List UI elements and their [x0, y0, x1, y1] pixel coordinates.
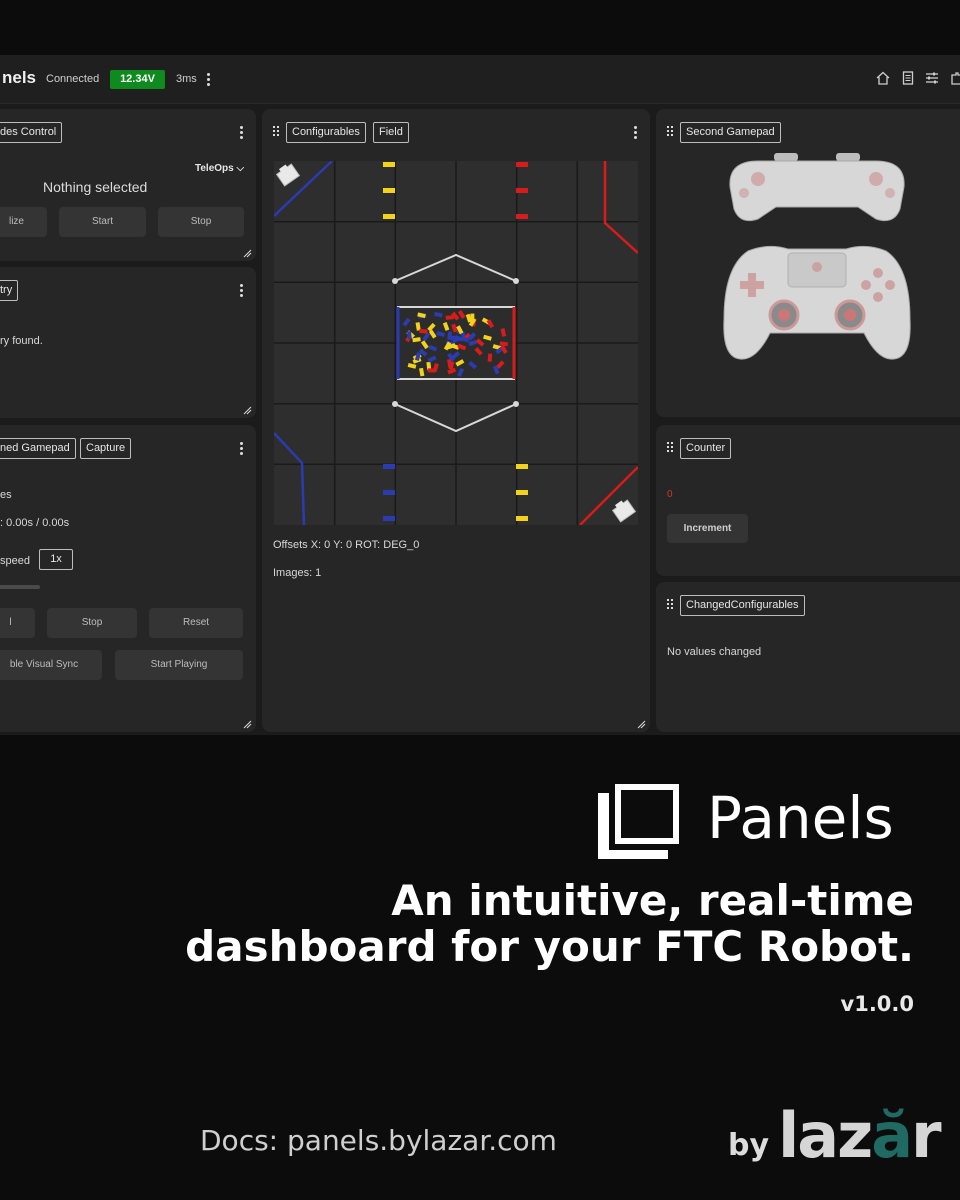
- tab-configurables[interactable]: Configurables: [286, 122, 366, 143]
- opmode-selection-label: Nothing selected: [43, 179, 148, 195]
- play-button[interactable]: l: [0, 608, 35, 638]
- lazar-logo-text-1: laz: [778, 1099, 873, 1172]
- changed-configurables-message: No values changed: [667, 646, 762, 658]
- home-icon[interactable]: [876, 71, 890, 85]
- resize-handle-icon[interactable]: [243, 249, 252, 258]
- resize-handle-icon[interactable]: [243, 720, 252, 729]
- panel-menu-icon[interactable]: [240, 442, 243, 455]
- game-sample: [419, 328, 428, 334]
- tab-counter[interactable]: Counter: [680, 438, 732, 459]
- init-button[interactable]: lize: [0, 207, 47, 237]
- visual-sync-button[interactable]: ble Visual Sync: [0, 650, 102, 680]
- captured-gamepad-panel: ned Gamepad Capture es : 0.00s / 0.00s s…: [0, 425, 256, 732]
- reset-button[interactable]: Reset: [149, 608, 243, 638]
- counter-value: 0: [667, 489, 673, 500]
- tab-telemetry[interactable]: try: [0, 280, 19, 301]
- resize-handle-icon[interactable]: [637, 720, 646, 729]
- panel-menu-icon[interactable]: [240, 126, 243, 139]
- panel-menu-icon[interactable]: [634, 126, 637, 139]
- puzzle-icon[interactable]: [950, 71, 960, 85]
- start-button[interactable]: Start: [59, 207, 146, 237]
- opmode-type-select[interactable]: TeleOps ⌵: [195, 163, 244, 174]
- playback-speed-label: speed: [0, 555, 30, 567]
- lazar-logo: lazăr: [778, 1099, 942, 1172]
- tab-second-gamepad[interactable]: Second Gamepad: [680, 122, 781, 143]
- field-canvas: [273, 160, 639, 526]
- capture-status-label: es: [0, 489, 12, 501]
- opmodes-control-panel: des Control TeleOps ⌵ Nothing selected l…: [0, 109, 256, 261]
- panel-menu-icon[interactable]: [240, 284, 243, 297]
- drag-handle-icon[interactable]: [667, 599, 675, 610]
- blue-corner-line: [273, 432, 306, 526]
- capture-time-readout: : 0.00s / 0.00s: [0, 517, 70, 529]
- drag-handle-icon[interactable]: [667, 126, 675, 137]
- sliders-icon[interactable]: [925, 71, 939, 85]
- field-offsets-readout: Offsets X: 0 Y: 0 ROT: DEG_0: [273, 539, 420, 551]
- drag-handle-icon[interactable]: [667, 442, 675, 453]
- by-label: by: [728, 1128, 770, 1163]
- telemetry-panel: try ry found.: [0, 267, 256, 418]
- lazar-logo-text-2: r: [911, 1099, 942, 1172]
- topbar-menu-icon[interactable]: [207, 73, 211, 87]
- field-view[interactable]: [273, 160, 639, 526]
- lazar-logo-accent: ă: [871, 1099, 913, 1172]
- game-sample: [487, 353, 493, 362]
- promo-headline-line-1: An intuitive, real-time: [391, 876, 914, 925]
- tab-opmodes-control[interactable]: des Control: [0, 122, 63, 143]
- changed-configurables-panel: ChangedConfigurables No values changed: [656, 582, 960, 732]
- field-images-count: Images: 1: [273, 567, 322, 579]
- tab-captured-gamepad[interactable]: ned Gamepad: [0, 438, 76, 459]
- game-sample: [445, 315, 454, 320]
- version-label: v1.0.0: [840, 992, 914, 1016]
- playback-speed-select[interactable]: 1x: [39, 549, 73, 570]
- document-icon[interactable]: [901, 71, 915, 85]
- docs-link[interactable]: Docs: panels.bylazar.com: [200, 1124, 557, 1157]
- telemetry-empty-message: ry found.: [0, 335, 43, 347]
- gamepad-top-view-icon: [729, 153, 905, 222]
- chevron-down-icon: ⌵: [236, 163, 245, 174]
- field-panel: Configurables Field Offsets X: 0 Y: 0 RO…: [262, 109, 650, 732]
- capture-stop-button[interactable]: Stop: [47, 608, 137, 638]
- panels-logo-icon: [598, 781, 682, 859]
- promo-headline: An intuitive, real-time dashboard for yo…: [114, 878, 914, 970]
- start-playing-button[interactable]: Start Playing: [115, 650, 243, 680]
- game-sample: [406, 330, 412, 340]
- gamepad-front-view-icon: [723, 245, 911, 360]
- app-brand: nels: [2, 68, 37, 87]
- top-bar: nels Connected 12.34V 3ms: [0, 55, 960, 104]
- promo-title: Panels: [707, 784, 894, 852]
- tab-changed-configurables[interactable]: ChangedConfigurables: [680, 595, 805, 616]
- increment-button[interactable]: Increment: [667, 514, 748, 543]
- second-gamepad-panel: Second Gamepad: [656, 109, 960, 417]
- promo-headline-line-2: dashboard for your FTC Robot.: [185, 922, 914, 971]
- drag-handle-icon[interactable]: [273, 126, 281, 137]
- counter-panel: Counter 0 Increment: [656, 425, 960, 576]
- latency-readout: 3ms: [176, 73, 197, 85]
- connection-status: Connected: [46, 73, 100, 85]
- battery-voltage-badge: 12.34V: [110, 70, 165, 89]
- tab-field[interactable]: Field: [373, 122, 409, 143]
- resize-handle-icon[interactable]: [243, 406, 252, 415]
- panels-dashboard-window: nels Connected 12.34V 3ms des Control Te…: [0, 55, 960, 735]
- tab-capture[interactable]: Capture: [80, 438, 132, 459]
- playback-scrubber[interactable]: [0, 585, 40, 589]
- red-corner-line: [603, 161, 639, 254]
- stop-button[interactable]: Stop: [158, 207, 244, 237]
